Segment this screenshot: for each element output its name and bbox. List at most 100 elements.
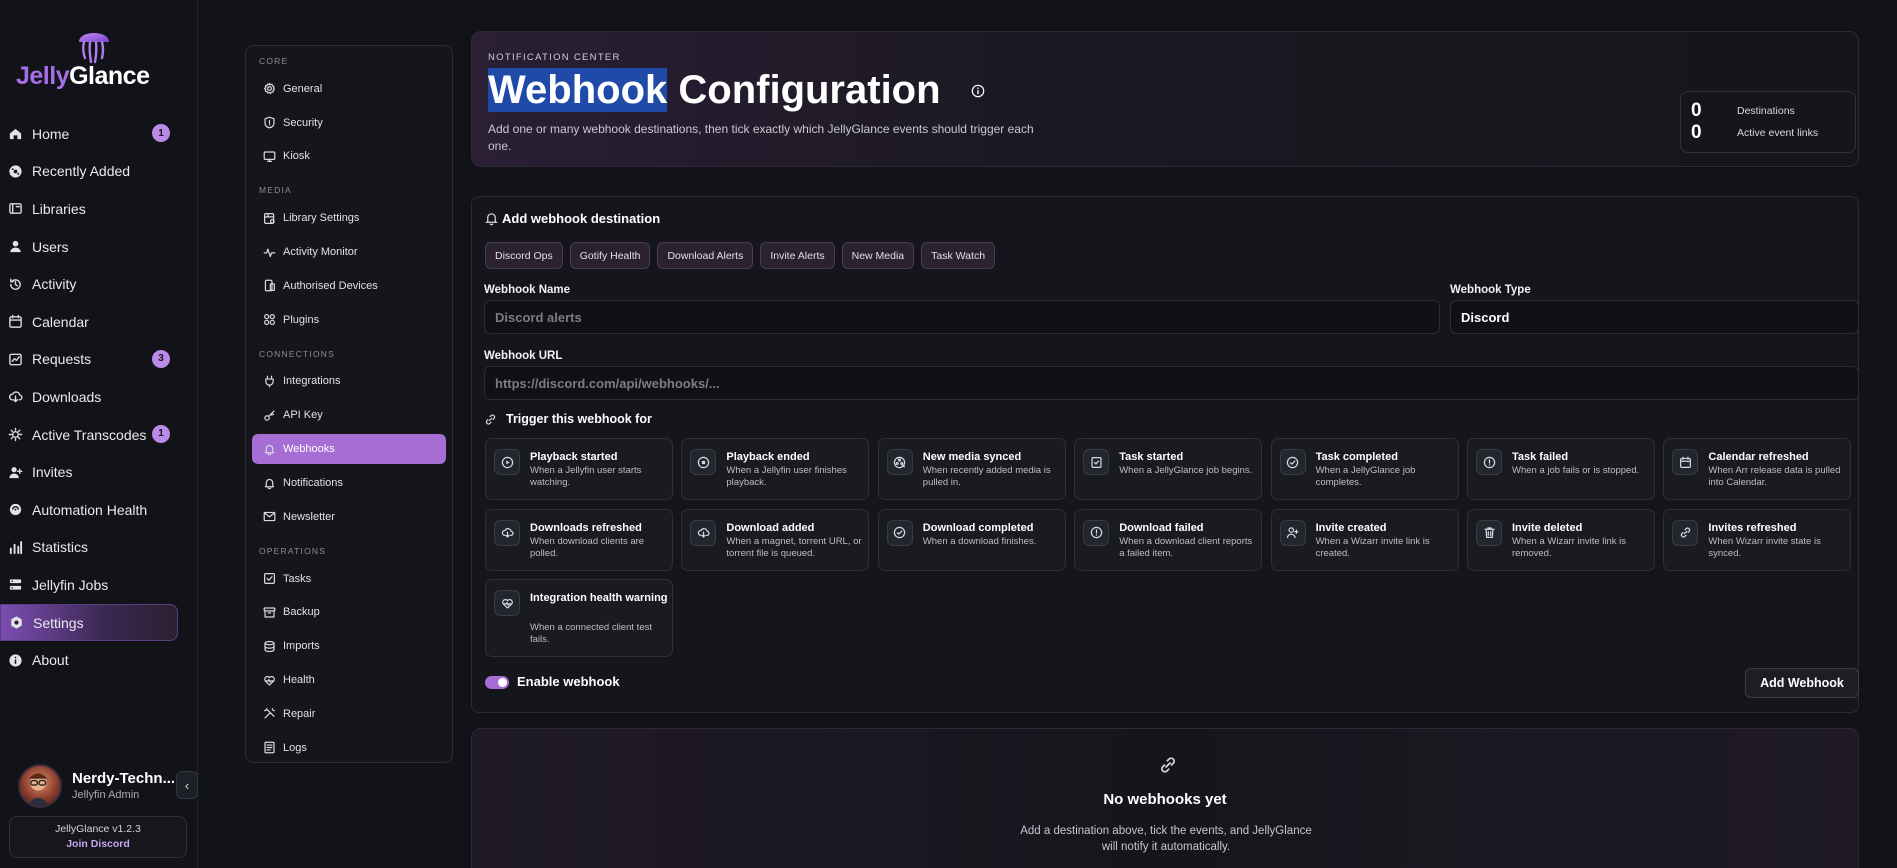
join-discord-link[interactable]: Join Discord — [10, 838, 186, 850]
subnav-item-label: API Key — [283, 409, 323, 422]
add-destination-title: Add webhook destination — [484, 211, 660, 226]
preset-discord-ops-button[interactable]: Discord Ops — [485, 242, 563, 269]
subnav-item-notifications[interactable]: Notifications — [246, 466, 452, 500]
subnav-item-backup[interactable]: Backup — [246, 596, 452, 630]
nav-item-requests[interactable]: Requests 3 — [0, 341, 198, 379]
stat-event-links: 0 Active event links — [1691, 122, 1851, 144]
stat-event-links-label: Active event links — [1737, 127, 1819, 139]
event-card-invite-deleted[interactable]: Invite deleted When a Wizarr invite link … — [1467, 508, 1655, 571]
event-card-downloads-refreshed[interactable]: Downloads refreshed When download clients… — [485, 508, 673, 571]
event-card-task-failed[interactable]: Task failed When a job fails or is stoppe… — [1467, 438, 1655, 500]
nav-item-label: Libraries — [32, 200, 86, 217]
event-card-playback-ended[interactable]: Playback ended When a Jellyfin user finis… — [681, 438, 870, 500]
webhook-type-select[interactable]: Discord — [1450, 300, 1859, 334]
enable-webhook-toggle[interactable] — [485, 676, 509, 689]
add-webhook-button[interactable]: Add Webhook — [1745, 668, 1859, 698]
nav-item-calendar[interactable]: Calendar — [0, 303, 198, 341]
subnav-item-kiosk[interactable]: Kiosk — [246, 140, 452, 174]
event-card-new-media-synced[interactable]: New media synced When recently added medi… — [877, 438, 1066, 500]
add-webhook-card: Add webhook destination Discord Ops Gotif… — [471, 196, 1859, 713]
event-card-download-completed[interactable]: Download completed When a download finish… — [877, 508, 1066, 571]
subnav-item-authorised-devices[interactable]: Authorised Devices — [246, 269, 452, 303]
subnav-item-security[interactable]: Security — [246, 106, 452, 140]
monitor-icon — [262, 149, 276, 163]
nav-item-active-transcodes[interactable]: Active Transcodes 1 — [0, 416, 198, 454]
nav-item-about[interactable]: About — [0, 641, 198, 679]
nav-item-label: Settings — [33, 614, 84, 631]
subnav-item-api-key[interactable]: API Key — [246, 398, 452, 432]
event-card-integration-health-warning[interactable]: Integration health warning When a connect… — [485, 579, 673, 657]
subnav-item-label: Newsletter — [283, 510, 335, 523]
shield-icon — [262, 116, 276, 130]
recent-icon — [6, 162, 24, 180]
webhook-name-label: Webhook Name — [484, 284, 571, 296]
subnav-item-tasks[interactable]: Tasks — [246, 562, 452, 596]
event-description: When Arr release data is pulled into Cal… — [1708, 465, 1841, 488]
preset-download-alerts-button[interactable]: Download Alerts — [657, 242, 754, 269]
event-card-playback-started[interactable]: Playback started When a Jellyfin user sta… — [485, 438, 673, 500]
nav-item-label: Home — [32, 125, 70, 142]
subnav-group-operations: OPERATIONS — [259, 545, 327, 556]
event-title: Integration health warning — [530, 592, 668, 604]
nav-item-recently-added[interactable]: Recently Added — [0, 153, 198, 191]
preset-new-media-button[interactable]: New Media — [841, 242, 915, 269]
subnav-item-imports[interactable]: Imports — [246, 629, 452, 663]
subnav-item-newsletter[interactable]: Newsletter — [246, 500, 452, 534]
event-card-download-added[interactable]: Download added When a magnet, torrent URL… — [681, 508, 870, 571]
enable-webhook-label: Enable webhook — [517, 674, 620, 689]
preset-buttons: Discord Ops Gotify Health Download Alerts I… — [485, 242, 996, 269]
nav-item-downloads[interactable]: Downloads — [0, 378, 198, 416]
mail-icon — [262, 510, 276, 524]
nav-item-libraries[interactable]: Libraries — [0, 190, 198, 228]
subnav-item-label: Authorised Devices — [283, 279, 378, 292]
page-title-highlight: Webhook — [488, 68, 668, 112]
nav-item-invites[interactable]: Invites — [0, 453, 198, 491]
event-card-calendar-refreshed[interactable]: Calendar refreshed When Arr release data … — [1663, 438, 1852, 500]
subnav-item-library-settings[interactable]: Library Settings — [246, 201, 452, 235]
header-description: Add one or many webhook destinations, th… — [488, 122, 1034, 153]
subnav-item-label: Backup — [283, 606, 320, 619]
user-profile[interactable]: Nerdy-Techn... Jellyfin Admin — [18, 764, 188, 810]
nav-badge: 1 — [152, 424, 170, 443]
subnav-item-integrations[interactable]: Integrations — [246, 365, 452, 399]
event-description: When a Jellyfin user finishes playback. — [726, 465, 847, 488]
nav-item-activity[interactable]: Activity — [0, 265, 198, 303]
nav-item-users[interactable]: Users — [0, 228, 198, 266]
nav-item-jellyfin-jobs[interactable]: Jellyfin Jobs — [0, 566, 198, 604]
webhook-url-input[interactable] — [484, 366, 1859, 400]
subnav-item-health[interactable]: Health — [246, 663, 452, 697]
event-card-invite-created[interactable]: Invite created When a Wizarr invite link … — [1270, 508, 1459, 571]
nav-item-label: Statistics — [32, 539, 89, 556]
event-description: When a JellyGlance job begins. — [1119, 465, 1253, 476]
alert-circle-icon — [1083, 519, 1110, 546]
info-icon[interactable] — [971, 84, 985, 98]
subnav-item-repair[interactable]: Repair — [246, 697, 452, 731]
preset-invite-alerts-button[interactable]: Invite Alerts — [760, 242, 835, 269]
subnav-item-logs[interactable]: Logs — [246, 731, 452, 765]
collapse-sidebar-button[interactable]: ‹ — [176, 771, 198, 799]
subnav-item-general[interactable]: General — [246, 72, 452, 106]
check-circle-icon — [1279, 449, 1306, 475]
nav-item-automation-health[interactable]: Automation Health — [0, 491, 198, 529]
empty-state-title: No webhooks yet — [1103, 791, 1227, 808]
subnav-item-plugins[interactable]: Plugins — [246, 303, 452, 337]
event-card-task-started[interactable]: Task started When a JellyGlance job begin… — [1074, 438, 1263, 500]
event-card-download-failed[interactable]: Download failed When a download client re… — [1074, 508, 1263, 571]
nav-item-home[interactable]: Home 1 — [0, 115, 198, 153]
event-card-invites-refreshed[interactable]: Invites refreshed When Wizarr invite stat… — [1663, 508, 1852, 571]
app-logo[interactable]: JellyGlance — [14, 24, 184, 92]
stat-destinations-label: Destinations — [1737, 105, 1795, 117]
subnav-item-webhooks[interactable]: Webhooks — [252, 434, 446, 465]
preset-gotify-health-button[interactable]: Gotify Health — [569, 242, 651, 269]
event-title: Playback ended — [726, 451, 810, 463]
link-icon — [1672, 519, 1699, 546]
preset-task-watch-button[interactable]: Task Watch — [921, 242, 996, 269]
subnav-item-label: Repair — [283, 707, 316, 720]
subnav-item-activity-monitor[interactable]: Activity Monitor — [246, 235, 452, 269]
nav-item-settings[interactable]: Settings — [0, 603, 178, 642]
subnav-item-label: Health — [283, 674, 315, 687]
event-card-task-completed[interactable]: Task completed When a JellyGlance job com… — [1270, 438, 1459, 500]
nav-item-statistics[interactable]: Statistics — [0, 529, 198, 567]
subnav-item-label: Imports — [283, 640, 320, 653]
webhook-name-input[interactable] — [484, 300, 1440, 334]
